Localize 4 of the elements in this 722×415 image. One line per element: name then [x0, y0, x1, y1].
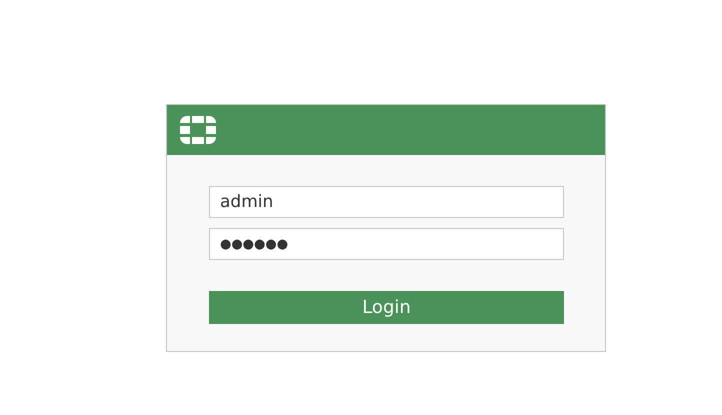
- logo-icon: [180, 116, 216, 144]
- login-button[interactable]: Login: [209, 291, 564, 324]
- password-field[interactable]: ●●●●●●: [209, 228, 564, 260]
- username-field[interactable]: admin: [209, 186, 564, 218]
